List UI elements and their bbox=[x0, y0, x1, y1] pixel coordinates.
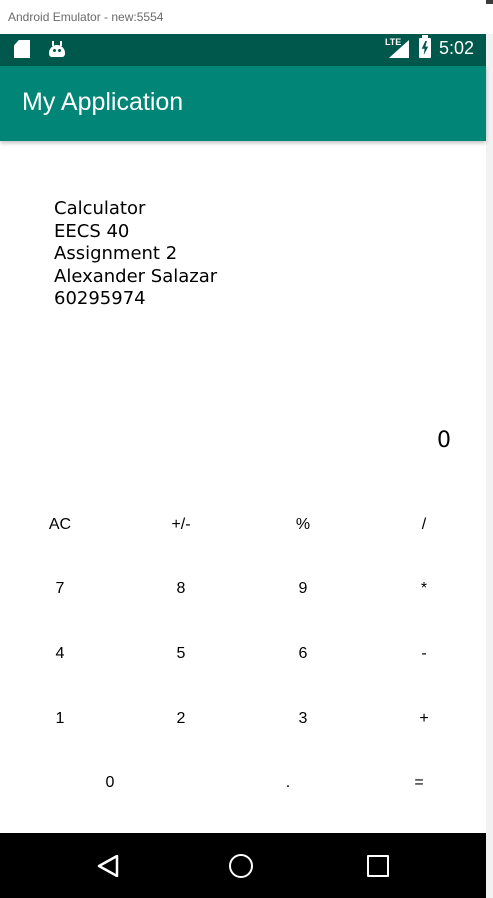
back-icon[interactable] bbox=[97, 855, 119, 877]
digit-5-button[interactable]: 5 bbox=[121, 624, 241, 684]
signal-icon: LTE bbox=[385, 37, 411, 59]
multiply-button[interactable]: * bbox=[364, 559, 484, 619]
battery-icon bbox=[418, 35, 431, 58]
decimal-button[interactable]: . bbox=[228, 753, 348, 813]
sd-card-icon bbox=[14, 40, 30, 58]
android-icon bbox=[48, 41, 66, 57]
status-clock: 5:02 bbox=[438, 37, 474, 58]
digit-0-button[interactable]: 0 bbox=[0, 753, 220, 813]
network-type-label: LTE bbox=[384, 37, 402, 47]
digit-2-button[interactable]: 2 bbox=[121, 689, 241, 749]
info-line: 60295974 bbox=[54, 288, 146, 309]
ac-button[interactable]: AC bbox=[0, 495, 120, 555]
info-line: Assignment 2 bbox=[54, 243, 178, 264]
subtract-button[interactable]: - bbox=[364, 624, 484, 684]
divide-button[interactable]: / bbox=[364, 495, 484, 555]
digit-1-button[interactable]: 1 bbox=[0, 689, 120, 749]
digit-7-button[interactable]: 7 bbox=[0, 559, 120, 619]
info-line: EECS 40 bbox=[54, 220, 130, 242]
info-text: Calculator EECS 40 Assignment 2 Alexande… bbox=[54, 198, 217, 311]
percent-button[interactable]: % bbox=[243, 495, 363, 555]
info-line: Calculator bbox=[54, 198, 146, 219]
recents-icon[interactable] bbox=[367, 855, 389, 877]
home-icon[interactable] bbox=[229, 854, 253, 878]
add-button[interactable]: + bbox=[364, 689, 484, 749]
calculator-display: 0 bbox=[437, 428, 451, 453]
status-bar: LTE 5:02 bbox=[0, 34, 486, 66]
digit-3-button[interactable]: 3 bbox=[243, 689, 363, 749]
sign-toggle-button[interactable]: +/- bbox=[121, 495, 241, 555]
navigation-bar bbox=[0, 833, 486, 898]
app-title: My Application bbox=[22, 88, 184, 116]
digit-4-button[interactable]: 4 bbox=[0, 624, 120, 684]
digit-6-button[interactable]: 6 bbox=[243, 624, 363, 684]
info-line: Alexander Salazar bbox=[54, 265, 218, 287]
digit-9-button[interactable]: 9 bbox=[243, 559, 363, 619]
equals-button[interactable]: = bbox=[359, 753, 479, 813]
app-bar: My Application bbox=[0, 66, 486, 141]
window-title: Android Emulator - new:5554 bbox=[0, 0, 486, 34]
window-edge bbox=[486, 34, 493, 898]
digit-8-button[interactable]: 8 bbox=[121, 559, 241, 619]
